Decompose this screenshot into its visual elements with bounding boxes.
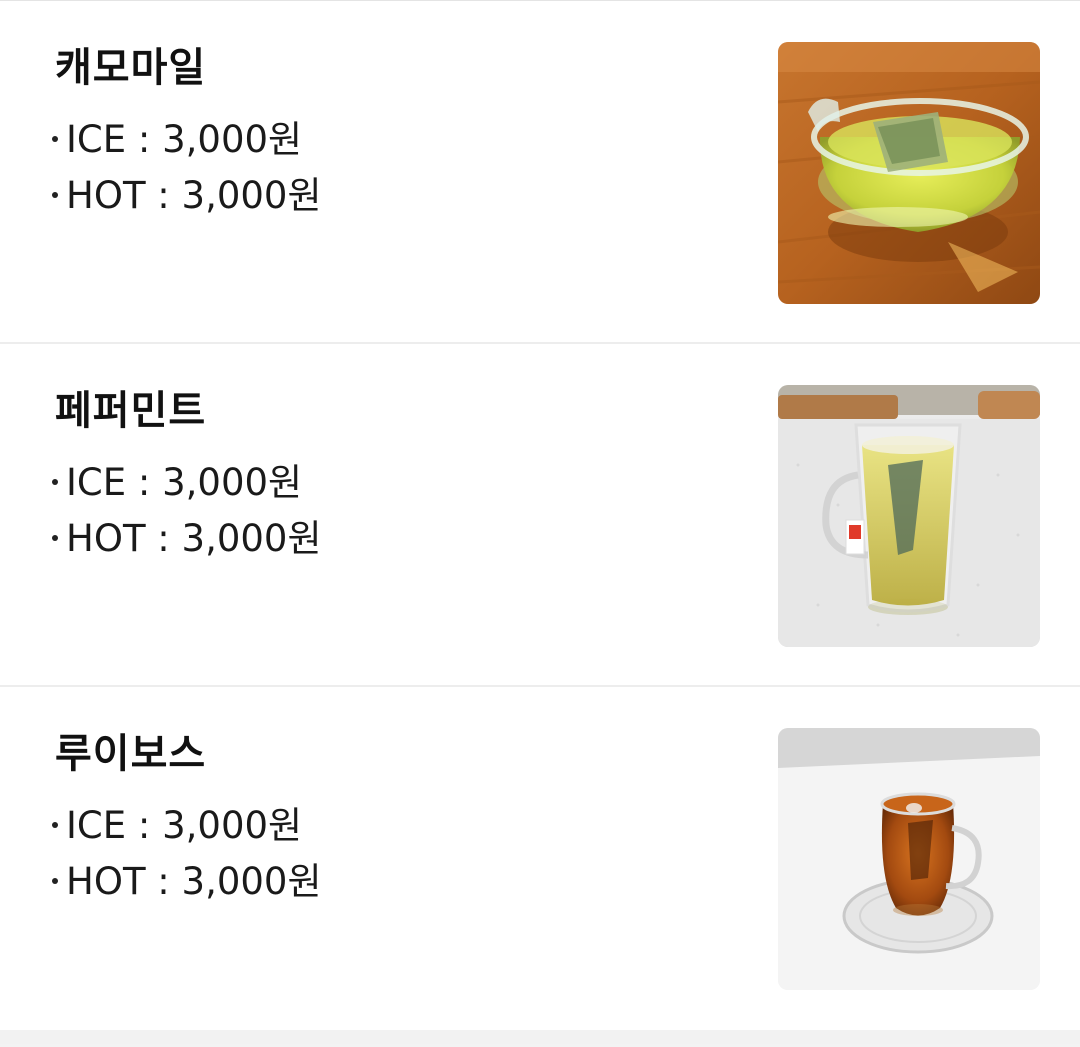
- hot-label: HOT: [66, 860, 146, 903]
- item-name: 루이보스: [55, 731, 207, 777]
- rooibos-tea-photo[interactable]: [778, 728, 1040, 990]
- bottom-divider: [0, 1030, 1080, 1044]
- menu-item-rooibos[interactable]: 루이보스 ICE : 3,000원 HOT : 3,000원: [0, 687, 1080, 1030]
- ice-price-line: ICE : 3,000원: [52, 803, 302, 849]
- chamomile-tea-photo[interactable]: [778, 42, 1040, 304]
- hot-label: HOT: [66, 174, 146, 217]
- separator: :: [145, 517, 182, 560]
- ice-price: 3,000원: [162, 461, 303, 504]
- menu-item-chamomile[interactable]: 캐모마일 ICE : 3,000원 HOT : 3,000원: [0, 1, 1080, 344]
- ice-price: 3,000원: [162, 804, 303, 847]
- menu-item-peppermint[interactable]: 페퍼민트 ICE : 3,000원 HOT : 3,000원: [0, 344, 1080, 687]
- ice-price-line: ICE : 3,000원: [52, 117, 302, 163]
- rooibos-tea-image: [778, 728, 1040, 990]
- hot-price-line: HOT : 3,000원: [52, 173, 322, 219]
- separator: :: [126, 461, 163, 504]
- separator: :: [126, 804, 163, 847]
- bullet-icon: [52, 534, 58, 541]
- hot-price: 3,000원: [181, 860, 322, 903]
- item-name: 페퍼민트: [55, 388, 207, 434]
- ice-label: ICE: [66, 461, 127, 504]
- bullet-icon: [52, 478, 58, 485]
- hot-price-line: HOT : 3,000원: [52, 516, 322, 562]
- hot-price: 3,000원: [181, 174, 322, 217]
- peppermint-tea-photo[interactable]: [778, 385, 1040, 647]
- ice-price-line: ICE : 3,000원: [52, 460, 302, 506]
- hot-price-line: HOT : 3,000원: [52, 859, 322, 905]
- bullet-icon: [52, 877, 58, 884]
- bullet-icon: [52, 821, 58, 828]
- bullet-icon: [52, 191, 58, 198]
- ice-label: ICE: [66, 118, 127, 161]
- tea-menu-list: 캐모마일 ICE : 3,000원 HOT : 3,000원 페퍼민트 ICE …: [0, 0, 1080, 1030]
- hot-label: HOT: [66, 517, 146, 560]
- separator: :: [126, 118, 163, 161]
- chamomile-tea-image: [778, 42, 1040, 304]
- hot-price: 3,000원: [181, 517, 322, 560]
- separator: :: [145, 860, 182, 903]
- separator: :: [145, 174, 182, 217]
- ice-price: 3,000원: [162, 118, 303, 161]
- bullet-icon: [52, 135, 58, 142]
- item-name: 캐모마일: [55, 45, 207, 91]
- ice-label: ICE: [66, 804, 127, 847]
- peppermint-tea-image: [778, 385, 1040, 647]
